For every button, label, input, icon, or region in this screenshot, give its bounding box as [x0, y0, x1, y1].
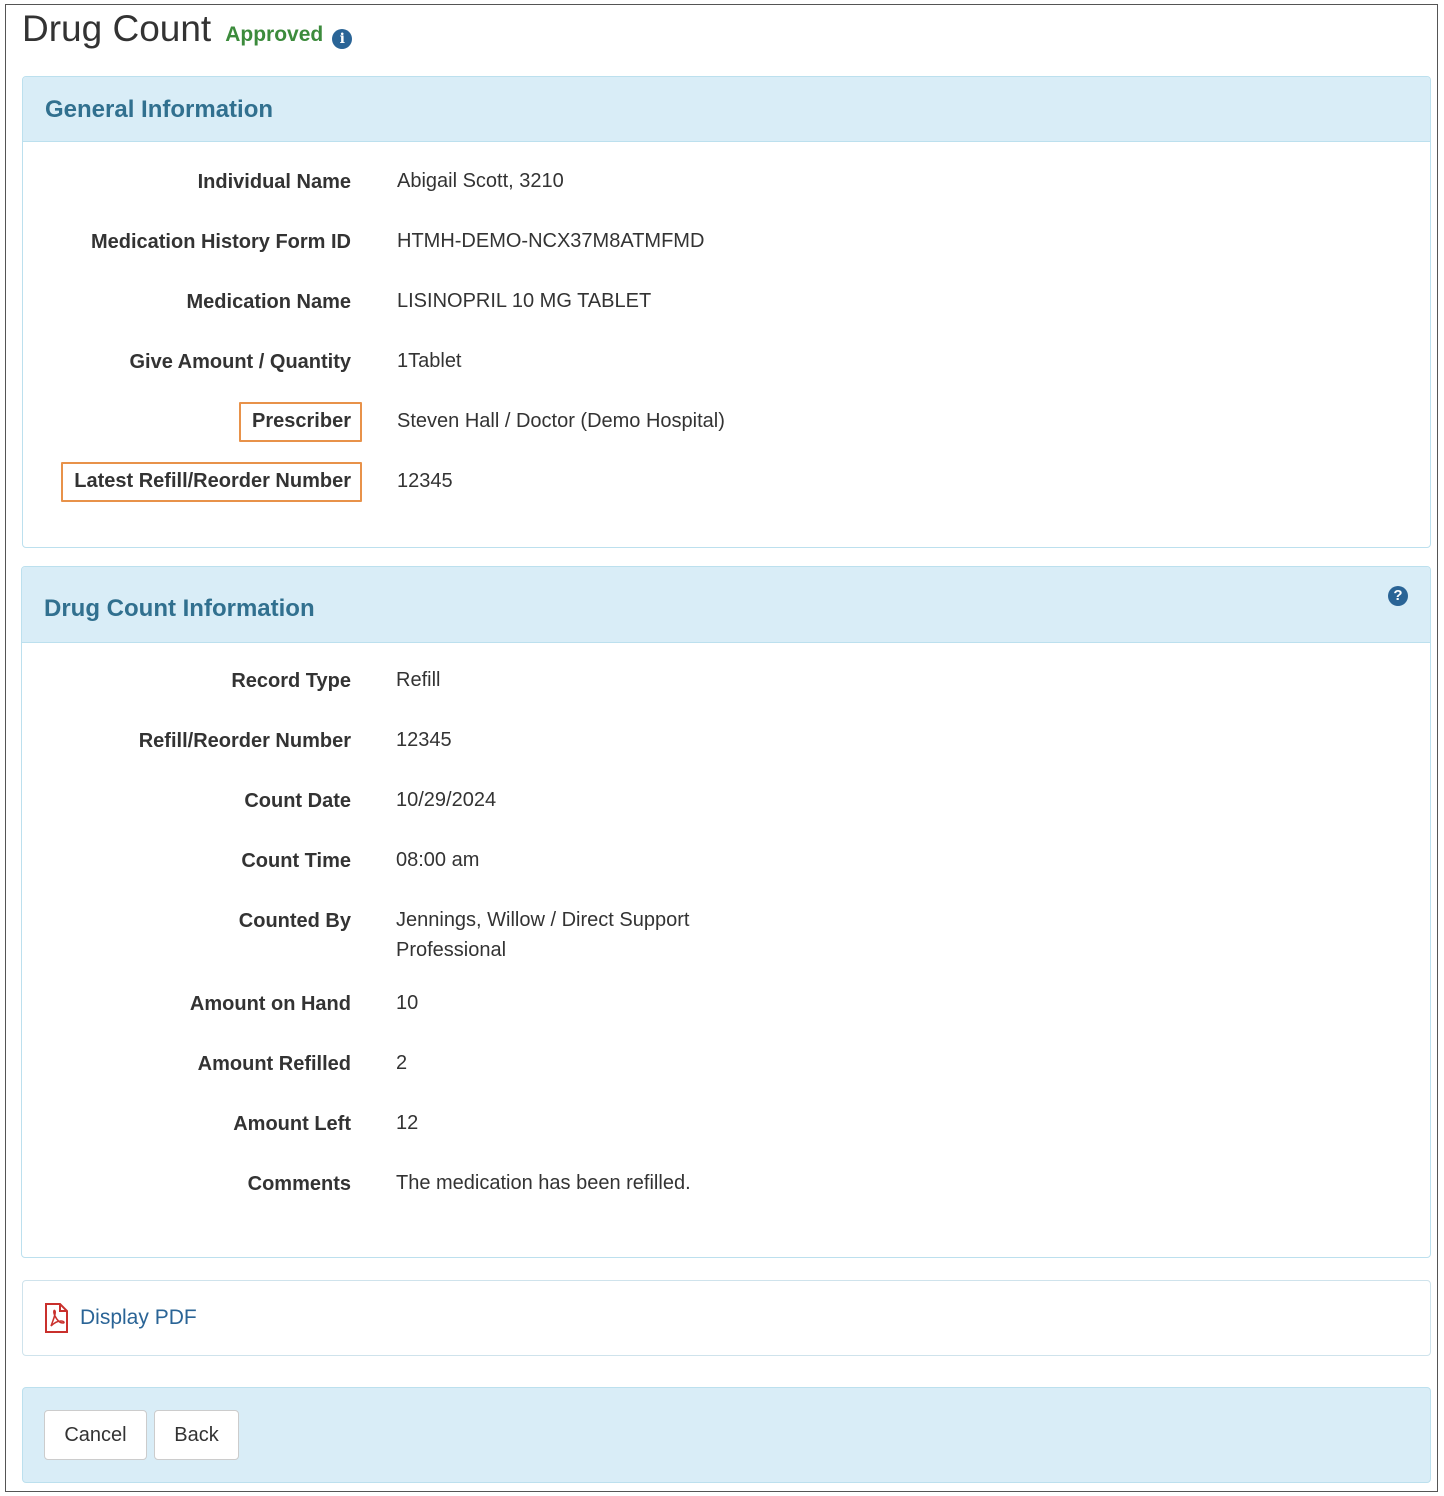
field-label: Count Date: [244, 790, 351, 812]
field-value: 1Tablet: [397, 350, 462, 372]
info-circle-icon[interactable]: i: [332, 29, 353, 49]
field-label: Refill/Reorder Number: [138, 730, 351, 752]
field-value: LISINOPRIL 10 MG TABLET: [397, 290, 652, 312]
field-label: Amount Left: [233, 1113, 351, 1135]
field-label: Individual Name: [197, 171, 351, 193]
pdf-panel: Display PDF: [22, 1280, 1431, 1356]
field-value-line: Jennings, Willow / Direct Support: [396, 909, 690, 931]
field-label: Count Time: [241, 850, 351, 872]
field-value: 12345: [396, 729, 452, 751]
pdf-file-icon: [45, 1303, 68, 1333]
display-pdf-label: Display PDF: [80, 1306, 197, 1329]
field-value: HTMH-DEMO-NCX37M8ATMFMD: [397, 230, 705, 252]
cancel-button[interactable]: Cancel: [44, 1410, 147, 1460]
panel-title: General Information: [45, 96, 274, 123]
field-label: Counted By: [238, 910, 351, 932]
display-pdf-link[interactable]: Display PDF: [43, 1303, 197, 1333]
field-value: 10/29/2024: [396, 789, 497, 811]
field-label-highlighted: Latest Refill/Reorder Number: [61, 462, 362, 502]
field-label: Give Amount / Quantity: [129, 351, 352, 373]
field-label-highlighted: Prescriber: [239, 402, 362, 442]
panel-title: Drug Count Information: [44, 595, 315, 622]
status-badge: Approved: [225, 23, 324, 46]
field-value: Abigail Scott, 3210: [397, 170, 564, 192]
field-label: Comments: [247, 1173, 351, 1195]
field-value-line: Professional: [396, 939, 507, 961]
general-information-panel: General Information Individual Name Abig…: [22, 76, 1431, 548]
drug-count-information-heading: Drug Count Information ?: [22, 567, 1430, 643]
field-label: Medication Name: [186, 291, 351, 313]
field-value: Refill: [396, 669, 441, 691]
field-value: 12345: [397, 470, 453, 492]
drug-count-information-panel: Drug Count Information ? Record Type Ref…: [21, 566, 1431, 1258]
back-button[interactable]: Back: [154, 1410, 239, 1460]
field-value: The medication has been refilled.: [396, 1172, 691, 1194]
field-value: 08:00 am: [396, 849, 480, 871]
page-header: Drug Count Approved i: [22, 8, 353, 50]
field-label: Medication History Form ID: [90, 231, 351, 253]
field-label: Amount on Hand: [189, 993, 351, 1015]
page-title: Drug Count: [22, 8, 212, 49]
field-value: Jennings, Willow / Direct Support Profes…: [396, 905, 689, 965]
field-label: Record Type: [231, 670, 351, 692]
field-value: 2: [396, 1052, 408, 1074]
field-label: Amount Refilled: [197, 1053, 351, 1075]
form-actions-panel: Cancel Back: [22, 1387, 1431, 1483]
question-circle-icon[interactable]: ?: [1388, 586, 1408, 606]
field-value: Steven Hall / Doctor (Demo Hospital): [397, 410, 725, 432]
field-value: 12: [396, 1112, 419, 1134]
general-information-heading: General Information: [23, 77, 1430, 142]
field-value: 10: [396, 992, 419, 1014]
